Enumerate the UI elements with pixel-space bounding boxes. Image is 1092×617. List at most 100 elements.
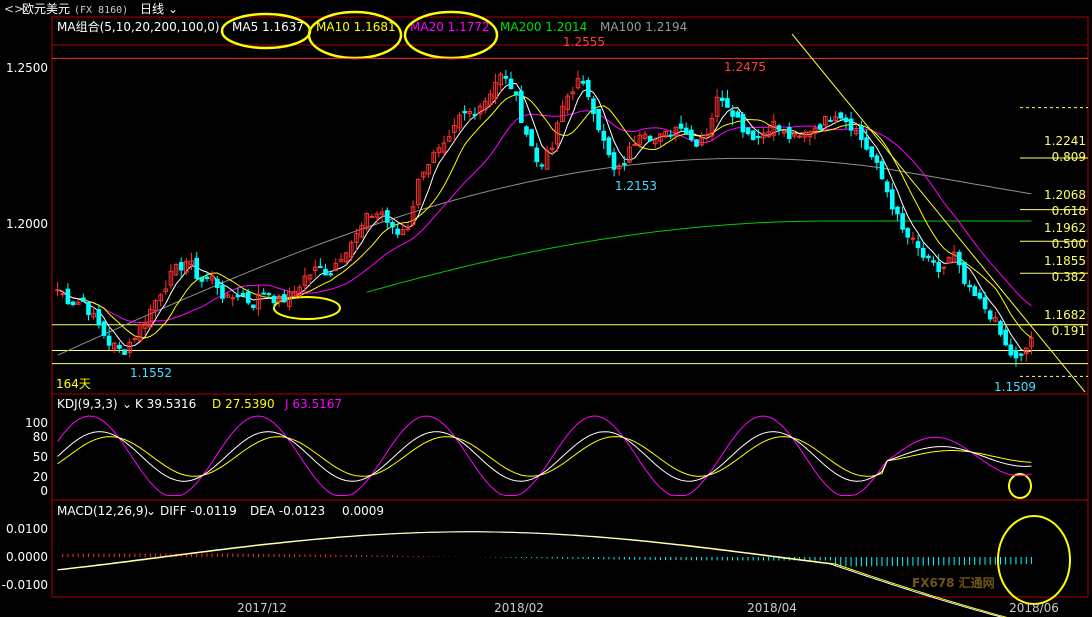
fib-ratio: 0.382 [1052, 270, 1086, 284]
candle-body [941, 266, 947, 269]
fib-price: 1.1682 [1044, 308, 1086, 322]
candle-body [843, 117, 849, 122]
kdj-k-value: K 39.5316 [135, 397, 196, 411]
fib-ratio: 0.618 [1052, 204, 1086, 218]
candle-body [539, 164, 545, 167]
candle-body [931, 260, 936, 263]
candle-body [606, 137, 612, 156]
candle-body [884, 181, 890, 193]
candle-body [199, 277, 205, 282]
candle-body [281, 294, 287, 303]
macd-dea-line [57, 531, 1008, 617]
candle-body [848, 118, 854, 131]
swing-high-annotation: 1.2475 [724, 60, 766, 74]
candle-body [117, 344, 122, 349]
x-tick: 2017/12 [237, 601, 287, 615]
macd-diff-line [57, 531, 1003, 617]
chevron-down-icon[interactable]: ⌄ [122, 397, 132, 411]
candle-body [318, 265, 323, 269]
candle-body [251, 304, 256, 308]
candle-body [962, 261, 967, 284]
candle-body [472, 113, 478, 116]
candle-body [596, 108, 601, 131]
candlestick-series [55, 69, 1034, 367]
candle-body [529, 129, 534, 147]
macd-dea-value: DEA -0.0123 [250, 504, 325, 518]
candle-body [864, 137, 869, 150]
candle-body [972, 286, 978, 297]
candle-body [70, 301, 76, 306]
candle-body [96, 309, 102, 326]
candle-body [1008, 344, 1014, 356]
kdj-indicator-label[interactable]: KDJ(9,3,3) [57, 397, 118, 411]
candle-body [987, 310, 993, 320]
candle-body [508, 78, 514, 90]
candle-body [369, 215, 375, 218]
price-tick: 1.2500 [6, 61, 48, 75]
candle-body [725, 98, 730, 108]
candle-body [1003, 329, 1008, 346]
candle-body [719, 97, 725, 101]
candle-body [889, 189, 895, 210]
candle-body [534, 147, 540, 163]
candle-body [745, 127, 751, 135]
candle-body [462, 110, 467, 114]
ma10-line [57, 94, 1032, 339]
candle-body [967, 284, 972, 288]
high-annotation: 1.2555 [563, 35, 605, 49]
days-label: 164天 [56, 377, 91, 391]
ma-indicator-label[interactable]: MA组合(5,10,20,200,100,0) [57, 19, 220, 34]
recent-low-annotation: 1.1509 [994, 380, 1036, 394]
candle-body [60, 293, 66, 296]
candle-body [678, 123, 684, 129]
symbol-name: 欧元美元 [22, 2, 70, 16]
fib-ratio: 0.809 [1052, 150, 1086, 164]
chevron-down-icon[interactable]: ⌄ [168, 2, 178, 16]
macd-lines [57, 531, 1008, 617]
candle-body [86, 301, 91, 316]
kdj-tick: 20 [33, 470, 48, 484]
symbol-code: (FX 8160) [74, 5, 128, 16]
kdj-j-value: J 63.5167 [284, 397, 342, 411]
candle-body [503, 75, 509, 79]
candle-body [869, 146, 874, 158]
macd-tick: -0.0100 [2, 578, 48, 592]
candle-body [786, 126, 792, 140]
period-selector[interactable]: 日线 [140, 2, 164, 16]
candle-body [704, 134, 710, 137]
candle-body [776, 125, 782, 131]
candle-body [585, 80, 591, 98]
candle-body [730, 110, 735, 117]
chevron-down-icon[interactable]: ⌄ [146, 504, 156, 518]
candle-body [601, 130, 607, 141]
candle-body [735, 111, 741, 118]
candle-body [977, 292, 983, 299]
candle-body [122, 349, 127, 355]
candle-body [519, 90, 524, 123]
watermark: FX678 汇通网 [912, 575, 995, 590]
candle-body [926, 255, 931, 259]
candle-body [668, 134, 674, 137]
kdj-tick: 80 [33, 430, 48, 444]
moving-average-lines [57, 82, 1032, 356]
fib-price: 1.2068 [1044, 188, 1086, 202]
highlight-kdj-cross [1008, 473, 1032, 499]
ma20-value: MA20 1.1772 [410, 20, 490, 34]
fib-reference-lines [52, 57, 1088, 377]
candle-body [513, 91, 519, 96]
macd-indicator-label[interactable]: MACD(12,26,9) [57, 504, 148, 518]
candle-body [915, 241, 921, 249]
fib-price: 1.1855 [1044, 254, 1086, 268]
trend-line [791, 33, 1086, 393]
ma5-value: MA5 1.1637 [232, 20, 304, 34]
fib-labels: 1.2241 0.809 1.2068 0.618 1.1962 0.500 1… [1044, 134, 1086, 338]
candle-body [591, 98, 596, 114]
ma100-value: MA100 1.2194 [600, 20, 687, 34]
candle-body [55, 289, 60, 292]
candle-body [385, 210, 390, 223]
kdj-tick: 100 [25, 416, 48, 430]
candle-body [622, 163, 627, 166]
candle-body [245, 291, 251, 304]
candle-body [204, 276, 210, 280]
forex-chart[interactable]: <> 欧元美元 (FX 8160) 日线 ⌄ MA组合(5,10,20,200,… [0, 0, 1092, 617]
